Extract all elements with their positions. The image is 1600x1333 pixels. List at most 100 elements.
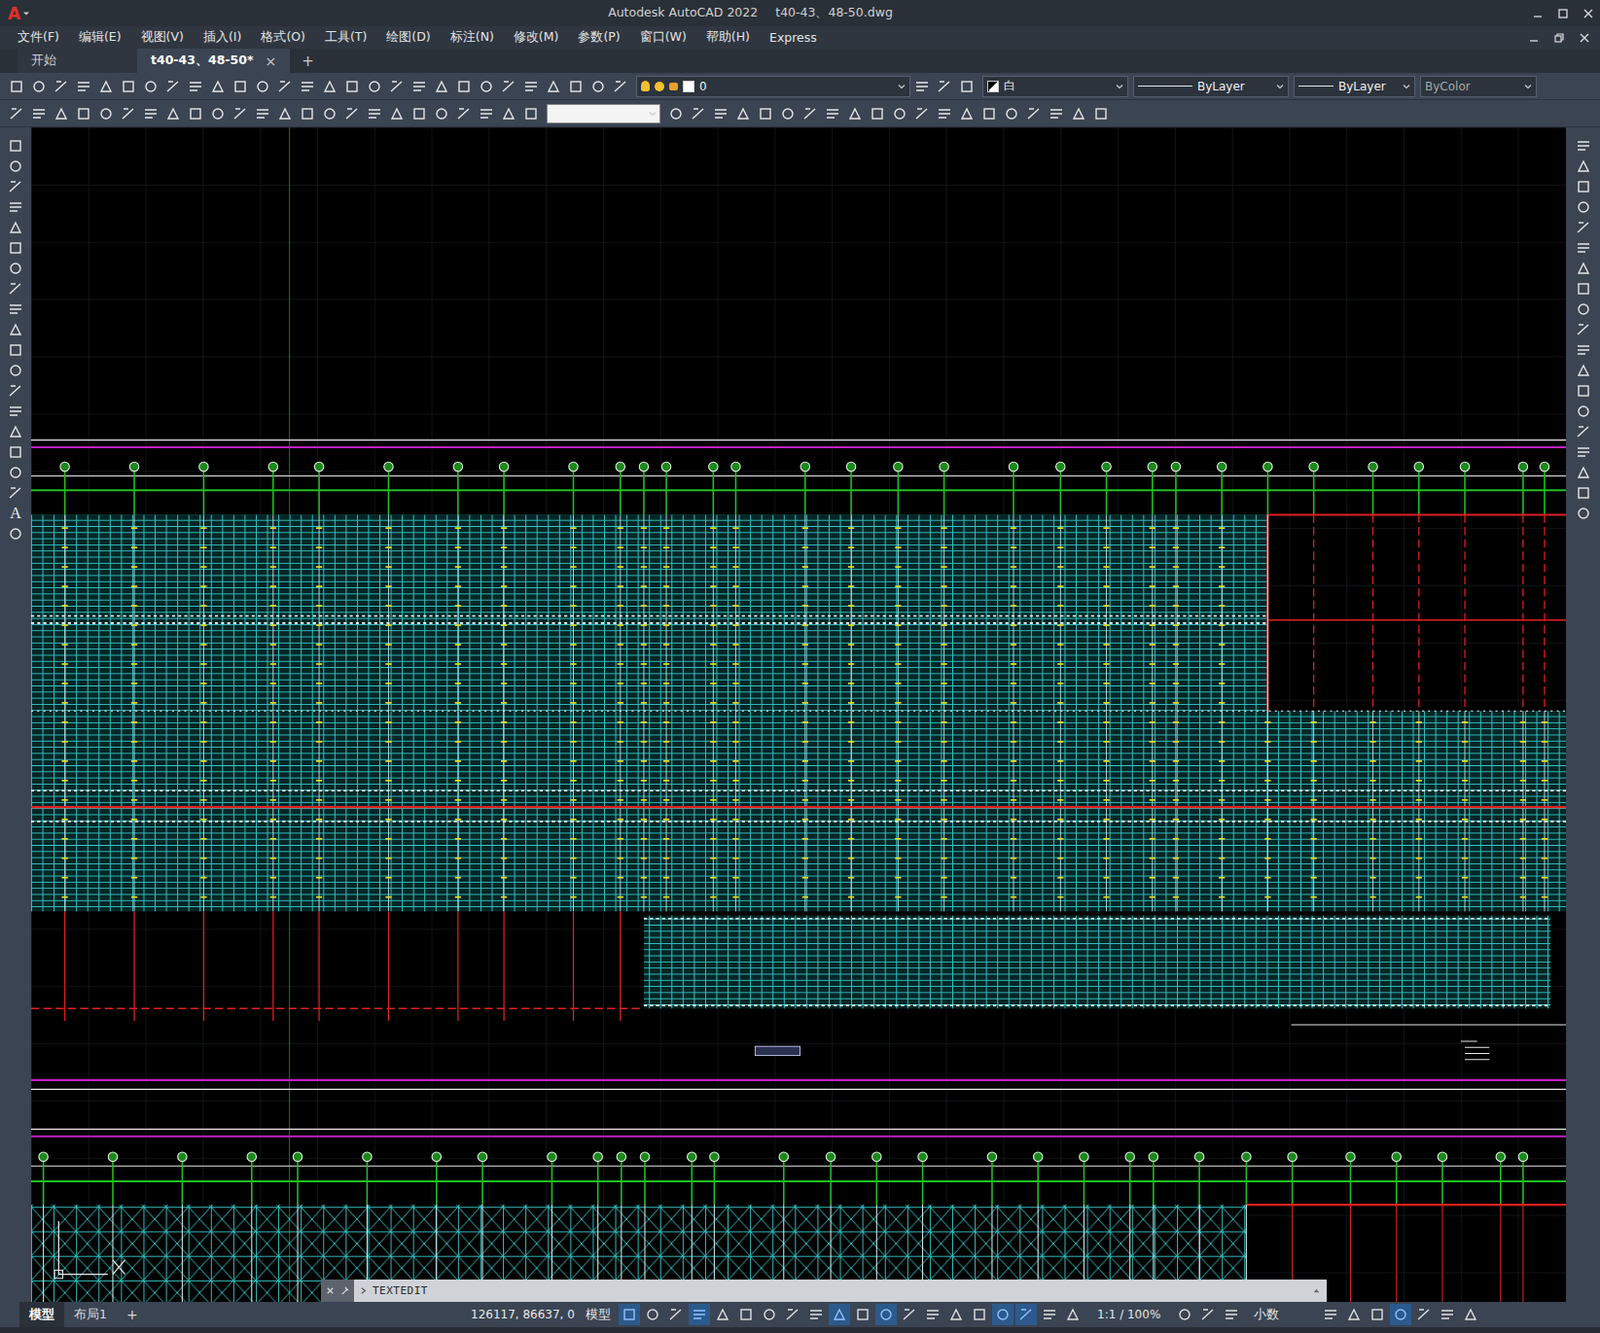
axis-marker[interactable] (1368, 462, 1378, 471)
axis-marker[interactable] (1518, 1152, 1528, 1162)
tool-button[interactable] (1572, 237, 1595, 258)
tool-button[interactable] (4, 257, 27, 279)
axis-marker[interactable] (1414, 462, 1423, 471)
layout-tab[interactable]: 布局1 (64, 1302, 117, 1328)
tool-button[interactable] (4, 155, 27, 177)
tool-button[interactable] (911, 103, 933, 125)
tool-button[interactable] (1572, 421, 1595, 442)
axis-marker[interactable] (639, 462, 648, 471)
tool-button[interactable] (1572, 380, 1595, 401)
axis-marker[interactable] (1391, 1152, 1401, 1162)
axis-marker[interactable] (547, 1152, 557, 1162)
axis-marker[interactable] (918, 1152, 927, 1162)
doc-restore-icon[interactable] (1553, 32, 1565, 44)
axis-marker[interactable] (1242, 1152, 1251, 1162)
command-line[interactable]: TEXTEDIT (320, 1280, 1327, 1303)
tool-button[interactable] (911, 75, 933, 98)
axis-marker[interactable] (1539, 462, 1549, 471)
status-toggle[interactable] (852, 1304, 874, 1326)
axis-marker[interactable] (1125, 1152, 1135, 1162)
axis-marker[interactable] (987, 1152, 996, 1162)
axis-marker[interactable] (1309, 462, 1318, 471)
axis-marker[interactable] (1194, 1152, 1204, 1162)
tool-button[interactable] (978, 103, 1000, 125)
axis-marker[interactable] (1437, 1152, 1447, 1162)
tool-button[interactable] (50, 75, 72, 98)
menu-item[interactable]: 编辑(E) (69, 29, 132, 46)
axis-marker[interactable] (1346, 1152, 1355, 1162)
status-toggle[interactable] (1459, 1304, 1482, 1326)
tool-button[interactable] (386, 75, 408, 98)
menu-item[interactable]: 文件(F) (7, 29, 70, 46)
tool-button[interactable] (162, 103, 184, 125)
tool-button[interactable] (117, 103, 140, 125)
tool-button[interactable] (5, 103, 28, 125)
tool-button[interactable] (1572, 319, 1595, 340)
tool-button[interactable] (184, 103, 207, 125)
add-layout-button[interactable]: + (116, 1302, 148, 1328)
status-toggle[interactable] (618, 1304, 640, 1326)
axis-marker[interactable] (1171, 462, 1180, 471)
tool-button[interactable] (1572, 400, 1595, 422)
axis-marker[interactable] (593, 1152, 603, 1162)
tool-button[interactable] (1572, 462, 1595, 483)
tool-button[interactable] (4, 278, 27, 299)
status-toggle[interactable] (735, 1304, 757, 1326)
color-dropdown[interactable]: 白 (982, 75, 1129, 98)
tool-button[interactable] (1000, 103, 1023, 125)
tool-button[interactable] (542, 75, 565, 98)
menu-item[interactable]: 修改(M) (503, 29, 569, 46)
close-icon[interactable] (324, 1285, 336, 1297)
tool-button[interactable] (251, 75, 274, 98)
tool-button[interactable] (1572, 482, 1595, 503)
axis-marker[interactable] (177, 1152, 187, 1162)
axis-marker[interactable] (1056, 462, 1066, 471)
tool-button[interactable] (207, 103, 229, 125)
tool-button[interactable] (341, 103, 363, 125)
tool-button[interactable] (72, 103, 95, 125)
axis-marker[interactable] (731, 462, 741, 471)
mesh-block[interactable] (643, 916, 1551, 1010)
status-toggle[interactable] (805, 1304, 827, 1326)
tool-button[interactable] (4, 523, 27, 544)
menu-item[interactable]: 工具(T) (315, 29, 377, 46)
layer-dropdown[interactable]: 0 (636, 75, 911, 98)
maximize-icon[interactable] (1557, 7, 1569, 20)
status-toggle[interactable] (758, 1304, 781, 1326)
tool-button[interactable] (777, 103, 799, 125)
close-icon[interactable] (1582, 7, 1595, 20)
axis-marker[interactable] (1263, 462, 1273, 471)
status-toggle[interactable] (1389, 1304, 1412, 1326)
axis-marker[interactable] (199, 462, 209, 471)
status-toggle[interactable] (1062, 1304, 1084, 1326)
tool-button[interactable] (1572, 155, 1595, 177)
axis-marker[interactable] (268, 462, 278, 471)
status-toggle[interactable] (898, 1304, 921, 1326)
tool-button[interactable] (754, 103, 777, 125)
tool-button[interactable] (710, 103, 732, 125)
status-toggle[interactable] (1319, 1304, 1342, 1326)
axis-marker[interactable] (640, 1152, 649, 1162)
status-toggle[interactable] (1366, 1304, 1388, 1326)
tool-button[interactable] (1572, 135, 1595, 156)
menu-item[interactable]: 格式(O) (250, 29, 316, 46)
axis-marker[interactable] (1008, 462, 1018, 471)
status-toggle[interactable] (1015, 1304, 1037, 1326)
tool-button[interactable] (4, 462, 27, 483)
axis-marker[interactable] (939, 462, 949, 471)
axis-marker[interactable] (779, 1152, 788, 1162)
tool-button[interactable] (1572, 278, 1595, 299)
tool-button[interactable] (341, 75, 363, 98)
tool-button[interactable] (117, 75, 140, 98)
tool-button[interactable] (520, 103, 542, 125)
tool-button[interactable] (4, 359, 27, 381)
tool-button[interactable] (587, 75, 609, 98)
tool-button[interactable] (95, 75, 117, 98)
tool-button[interactable] (565, 75, 587, 98)
axis-marker[interactable] (1032, 1152, 1042, 1162)
tool-button[interactable] (72, 75, 95, 98)
tool-button[interactable] (1090, 103, 1112, 125)
tool-button[interactable] (520, 75, 542, 98)
doc-close-icon[interactable] (1578, 32, 1591, 44)
tool-button[interactable] (821, 103, 844, 125)
